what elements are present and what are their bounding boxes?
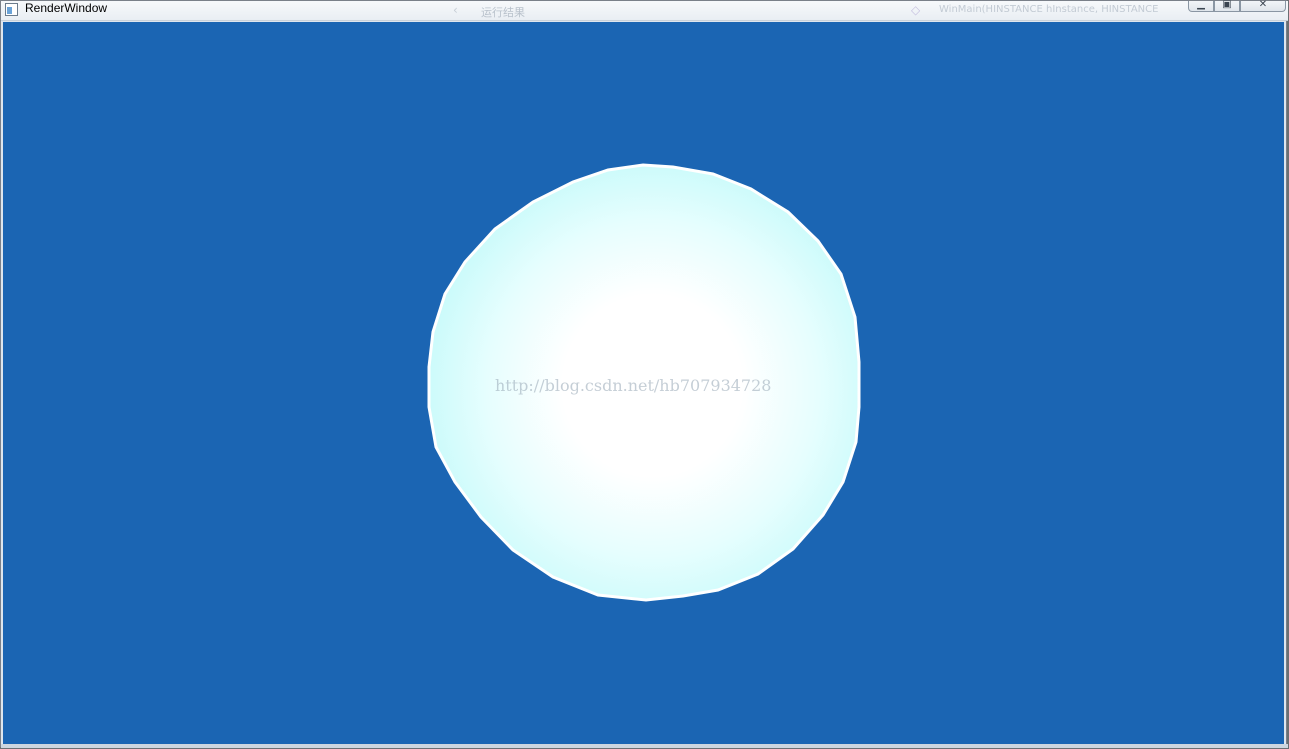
window-controls: ▁ ▣ ✕ xyxy=(1188,0,1286,13)
maximize-icon: ▣ xyxy=(1222,0,1232,10)
watermark-text: http://blog.csdn.net/hb707934728 xyxy=(495,376,772,395)
app-window-icon[interactable] xyxy=(5,3,18,16)
render-viewport[interactable]: http://blog.csdn.net/hb707934728 xyxy=(3,22,1284,744)
maximize-button[interactable]: ▣ xyxy=(1214,0,1240,12)
chevron-left-icon: ‹ xyxy=(453,3,458,17)
background-code-text: WinMain(HINSTANCE hInstance, HINSTANCE xyxy=(939,4,1159,15)
minimize-button[interactable]: ▁ xyxy=(1188,0,1214,12)
close-button[interactable]: ✕ xyxy=(1240,0,1286,12)
window-title: RenderWindow xyxy=(25,1,108,15)
code-icon: ◇ xyxy=(911,3,921,17)
background-window-title: 运行结果 xyxy=(481,6,525,19)
close-icon: ✕ xyxy=(1258,0,1268,10)
render-window: RenderWindow ‹ 运行结果 ◇ WinMain(HINSTANCE … xyxy=(0,0,1288,748)
title-bar[interactable]: RenderWindow ‹ 运行结果 ◇ WinMain(HINSTANCE … xyxy=(1,0,1288,21)
window-bottom-border xyxy=(1,744,1288,748)
minimize-icon: ▁ xyxy=(1197,0,1205,10)
